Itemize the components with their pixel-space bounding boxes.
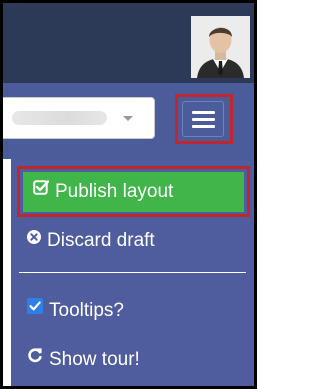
- hamburger-icon: [192, 111, 215, 114]
- secondary-navbar: [3, 83, 254, 159]
- hamburger-icon: [192, 118, 215, 121]
- dropdown-menu: Publish layout Discard draft Tooltips? S…: [11, 159, 254, 386]
- dropdown-left-gap: [3, 159, 11, 386]
- layout-select[interactable]: [3, 97, 155, 139]
- top-navbar: [3, 3, 254, 83]
- checkbox-checked-icon[interactable]: [27, 297, 43, 321]
- chevron-down-icon: [123, 116, 133, 121]
- layout-select-value: [12, 111, 107, 125]
- times-circle-icon: [27, 227, 41, 251]
- refresh-icon: [27, 346, 43, 370]
- tooltips-toggle-item[interactable]: Tooltips?: [27, 297, 124, 323]
- hamburger-icon: [192, 125, 215, 128]
- tooltips-label: Tooltips?: [49, 300, 124, 322]
- menu-divider: [19, 272, 246, 273]
- publish-layout-label: Publish layout: [55, 181, 174, 203]
- show-tour-item[interactable]: Show tour!: [27, 348, 140, 372]
- show-tour-label: Show tour!: [49, 349, 140, 371]
- publish-layout-item[interactable]: Publish layout: [23, 172, 244, 212]
- user-avatar[interactable]: [191, 16, 250, 78]
- discard-draft-item[interactable]: Discard draft: [27, 229, 155, 253]
- user-avatar-icon: [191, 16, 250, 78]
- discard-draft-label: Discard draft: [47, 230, 155, 252]
- hamburger-menu-button[interactable]: [182, 101, 224, 137]
- check-square-icon: [33, 170, 50, 210]
- app-window: Publish layout Discard draft Tooltips? S…: [0, 0, 257, 389]
